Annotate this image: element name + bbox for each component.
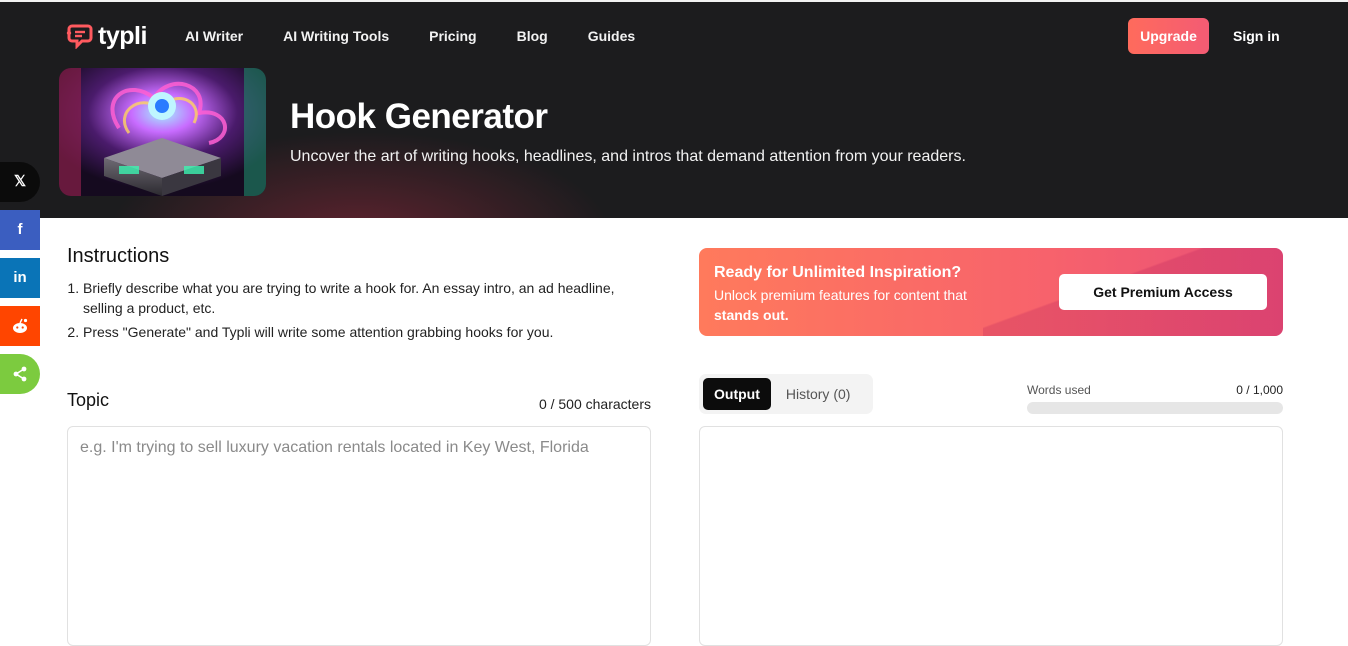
logo-chat-icon bbox=[66, 24, 93, 49]
instruction-step: Press "Generate" and Typli will write so… bbox=[83, 322, 643, 342]
nav-ai-writer[interactable]: AI Writer bbox=[185, 26, 243, 46]
promo-title: Ready for Unlimited Inspiration? bbox=[714, 264, 962, 281]
share-generic-button[interactable] bbox=[0, 354, 40, 394]
nav-guides[interactable]: Guides bbox=[588, 26, 635, 46]
facebook-icon: f bbox=[17, 221, 23, 238]
output-tabs: Output History (0) bbox=[699, 374, 873, 414]
main-nav: AI Writer AI Writing Tools Pricing Blog … bbox=[185, 26, 675, 46]
words-used-count: 0 / 1,000 bbox=[1236, 383, 1283, 397]
x-icon: 𝕏 bbox=[13, 173, 27, 190]
nav-ai-writing-tools[interactable]: AI Writing Tools bbox=[283, 26, 389, 46]
logo-wordmark: typli bbox=[98, 22, 147, 50]
hero-illustration bbox=[59, 68, 266, 196]
instructions-title: Instructions bbox=[67, 245, 170, 267]
premium-promo-banner: Ready for Unlimited Inspiration? Unlock … bbox=[699, 248, 1283, 336]
topic-character-count: 0 / 500 characters bbox=[538, 396, 651, 412]
share-facebook-button[interactable]: f bbox=[0, 210, 40, 250]
share-icon bbox=[13, 366, 27, 382]
page-subtitle: Uncover the art of writing hooks, headli… bbox=[290, 148, 966, 165]
typli-logo[interactable]: typli bbox=[66, 22, 147, 50]
linkedin-icon: in bbox=[13, 269, 27, 286]
promo-text-prefix: Unlock premium features for content that bbox=[714, 287, 967, 303]
sign-in-link[interactable]: Sign in bbox=[1233, 26, 1280, 46]
topic-input[interactable] bbox=[67, 426, 651, 646]
nav-pricing[interactable]: Pricing bbox=[429, 26, 476, 46]
instruction-step: Briefly describe what you are trying to … bbox=[83, 278, 643, 318]
words-used-label: Words used bbox=[1027, 383, 1091, 397]
words-used-progress-bar bbox=[1027, 402, 1283, 414]
share-reddit-button[interactable] bbox=[0, 306, 40, 346]
share-linkedin-button[interactable]: in bbox=[0, 258, 40, 298]
tab-history[interactable]: History (0) bbox=[775, 378, 862, 410]
nav-blog[interactable]: Blog bbox=[517, 26, 548, 46]
hero-banner: typli AI Writer AI Writing Tools Pricing… bbox=[0, 0, 1348, 218]
page-title: Hook Generator bbox=[290, 97, 548, 136]
topic-label: Topic bbox=[67, 390, 110, 410]
output-panel[interactable] bbox=[699, 426, 1283, 646]
reddit-icon bbox=[13, 318, 28, 333]
tab-output[interactable]: Output bbox=[703, 378, 771, 410]
upgrade-button[interactable]: Upgrade bbox=[1128, 18, 1209, 54]
promo-text-bold: stands out. bbox=[714, 307, 789, 323]
promo-text: Unlock premium features for content that… bbox=[714, 285, 1014, 325]
instructions-list: Briefly describe what you are trying to … bbox=[67, 278, 643, 346]
get-premium-access-button[interactable]: Get Premium Access bbox=[1059, 274, 1267, 310]
share-x-button[interactable]: 𝕏 bbox=[0, 162, 40, 202]
